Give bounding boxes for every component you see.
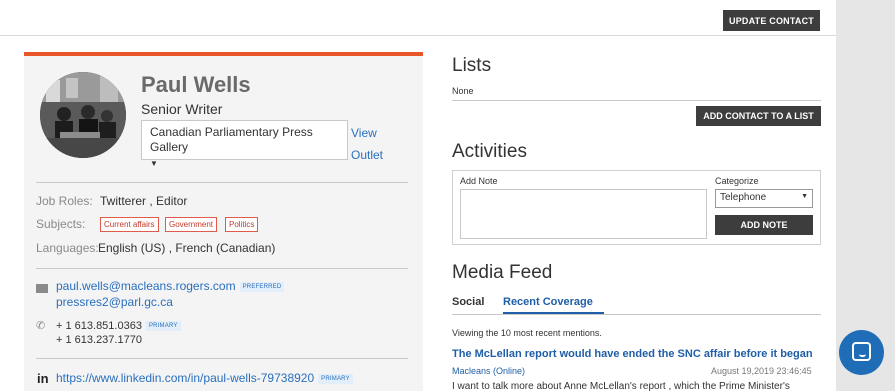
- phone-primary-text: + 1 613.851.0363: [56, 320, 142, 332]
- linkedin-url[interactable]: https://www.linkedin.com/in/paul-wells-7…: [56, 371, 353, 385]
- categorize-label: Categorize: [715, 176, 759, 186]
- caret-down-icon: ▼: [150, 159, 158, 168]
- avatar: [40, 72, 126, 158]
- viewing-text: Viewing the 10 most recent mentions.: [452, 328, 602, 338]
- add-contact-to-list-button[interactable]: ADD CONTACT TO A LIST: [696, 106, 821, 126]
- article-title-link[interactable]: The McLellan report would have ended the…: [452, 348, 813, 360]
- phone-secondary: + 1 613.237.1770: [56, 334, 142, 346]
- preferred-badge: PREFERRED: [239, 281, 285, 292]
- tabs-underline: [452, 314, 821, 315]
- primary-badge: PRIMARY: [318, 373, 353, 384]
- divider: [452, 100, 821, 101]
- phone-icon: ✆: [36, 320, 46, 332]
- email-secondary[interactable]: pressres2@parl.gc.ca: [56, 295, 173, 309]
- outlet-name: Canadian Parliamentary Press Gallery: [150, 125, 313, 154]
- tab-social[interactable]: Social: [452, 296, 484, 308]
- activity-form: Add Note Categorize Telephone ▼ ADD NOTE: [452, 170, 821, 245]
- profile-card: Paul Wells Senior Writer Canadian Parlia…: [24, 52, 423, 391]
- add-note-label: Add Note: [460, 176, 498, 186]
- languages-label: Languages:: [36, 241, 99, 255]
- subjects-tags: Current affairs Government Politics: [100, 217, 300, 233]
- categorize-value: Telephone: [720, 192, 767, 203]
- media-feed-heading: Media Feed: [452, 262, 553, 283]
- chat-icon: [852, 342, 871, 361]
- job-roles-value: Twitterer , Editor: [100, 194, 188, 208]
- divider: [36, 268, 408, 269]
- view-outlet-link[interactable]: View Outlet: [351, 122, 401, 166]
- linkedin-url-text[interactable]: https://www.linkedin.com/in/paul-wells-7…: [56, 371, 314, 385]
- tab-recent-coverage[interactable]: Recent Coverage: [503, 296, 604, 314]
- chat-launcher-button[interactable]: [839, 330, 884, 375]
- outlet-dropdown[interactable]: Canadian Parliamentary Press Gallery ▼: [141, 120, 348, 168]
- subject-tag[interactable]: Politics: [225, 217, 259, 232]
- lists-heading: Lists: [452, 55, 492, 76]
- divider: [36, 358, 408, 359]
- phone-primary: + 1 613.851.0363 PRIMARY: [56, 320, 181, 332]
- email-primary[interactable]: paul.wells@macleans.rogers.com PREFERRED: [56, 279, 285, 293]
- article-date: August 19,2019 23:46:45: [711, 366, 812, 376]
- activities-heading: Activities: [452, 141, 527, 162]
- languages-value: English (US) , French (Canadian): [98, 241, 276, 255]
- subjects-label: Subjects:: [36, 217, 86, 231]
- top-toolbar: UPDATE CONTACT: [0, 0, 836, 36]
- contact-name: Paul Wells: [141, 72, 251, 97]
- subject-tag[interactable]: Current affairs: [100, 217, 159, 232]
- primary-badge: PRIMARY: [145, 321, 181, 332]
- categorize-select[interactable]: Telephone ▼: [715, 189, 813, 208]
- note-textarea[interactable]: [460, 189, 707, 239]
- email-icon: [36, 284, 48, 293]
- contact-title: Senior Writer: [141, 101, 223, 117]
- divider: [36, 182, 408, 183]
- job-roles-label: Job Roles:: [36, 194, 93, 208]
- contact-page: UPDATE CONTACT Paul Wells Senior Writer: [0, 0, 836, 391]
- linkedin-icon: in: [37, 371, 49, 386]
- subject-tag[interactable]: Government: [165, 217, 218, 232]
- article-snippet: I want to talk more about Anne McLellan'…: [452, 381, 790, 391]
- update-contact-button[interactable]: UPDATE CONTACT: [723, 10, 820, 31]
- add-note-button[interactable]: ADD NOTE: [715, 215, 813, 235]
- lists-value: None: [452, 86, 474, 96]
- email-primary-text[interactable]: paul.wells@macleans.rogers.com: [56, 279, 236, 293]
- caret-down-icon: ▼: [801, 193, 808, 200]
- article-source[interactable]: Macleans (Online): [452, 366, 525, 376]
